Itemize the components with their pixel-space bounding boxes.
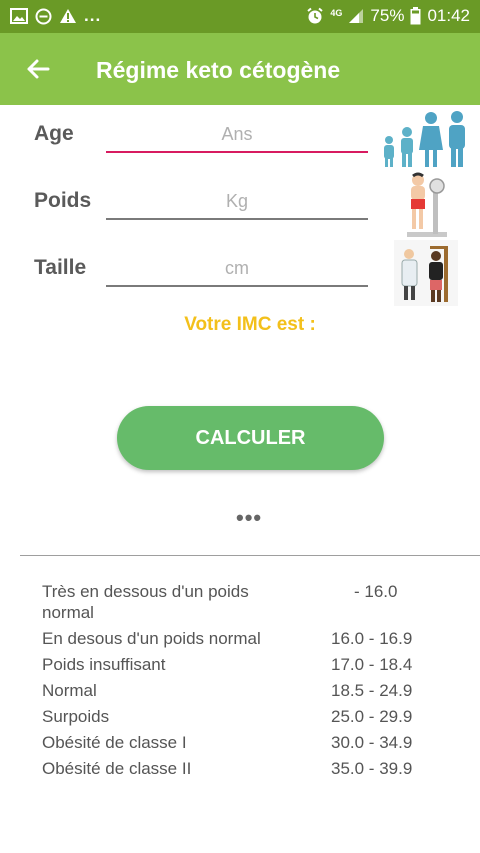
table-row-range: 30.0 - 34.9 [331,733,413,752]
table-row-range: 35.0 - 39.9 [331,759,413,778]
poids-input[interactable] [106,184,368,220]
table-row-range: 16.0 - 16.9 [331,629,413,648]
family-icon [384,111,465,167]
image-icon [10,8,28,24]
table-row-range: 25.0 - 29.9 [331,707,413,726]
arrow-left-icon[interactable] [22,53,54,85]
battery-percent: 75% [370,6,405,25]
taille-label: Taille [34,256,87,279]
table-row-range: - 16.0 [354,582,398,601]
table-row-label: En desous d'un poids normal [42,629,261,648]
scroll-cutoff [0,781,480,853]
network-type: 4G [330,8,343,18]
status-left: ... [10,6,101,26]
app-bar: Régime keto cétogène [0,33,480,105]
table-row-range: 18.5 - 24.9 [331,681,413,700]
age-label: Age [34,122,74,145]
alarm-icon [307,7,324,24]
battery-icon [410,7,421,25]
table-row-label: Très en dessous d'un poids normal [42,582,249,622]
status-right: 4G 75% 01:42 [306,6,470,26]
age-input[interactable] [106,117,368,153]
clock: 01:42 [427,6,470,25]
table-row-label: Normal [42,681,97,700]
imc-result-label: Votre IMC est : [184,314,316,335]
warning-icon [60,9,76,23]
page-title: Régime keto cétogène [96,57,341,83]
taille-input[interactable] [106,251,368,287]
divider [20,555,480,556]
height-measure-icon [394,240,458,306]
calculer-button[interactable]: CALCULER [117,406,384,470]
status-bar: ... 4G 75% 01:42 [0,0,480,33]
table-row-label: Obésité de classe II [42,759,192,778]
weighing-scale-icon [407,172,447,237]
table-row-range: 17.0 - 18.4 [331,655,413,674]
signal-icon [349,9,364,23]
table-row-label: Surpoids [42,707,110,726]
status-ellipsis: ... [84,6,102,25]
table-row-label: Obésité de classe I [42,733,187,752]
minus-circle-icon [35,8,52,24]
table-row-label: Poids insuffisant [42,655,166,674]
more-dots[interactable]: ••• [236,507,262,529]
poids-label: Poids [34,189,92,212]
